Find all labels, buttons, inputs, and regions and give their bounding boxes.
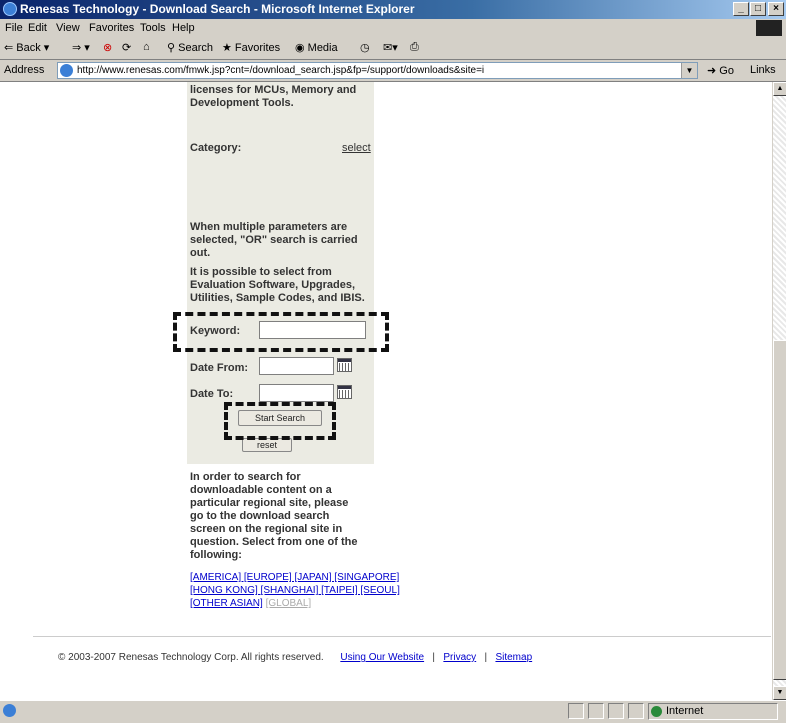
print-icon[interactable]: ⎙ bbox=[410, 41, 419, 54]
keyword-highlight-box bbox=[173, 312, 389, 352]
maximize-button[interactable]: □ bbox=[750, 2, 766, 16]
home-icon[interactable]: ⌂ bbox=[143, 41, 150, 53]
scrollbar-thumb[interactable] bbox=[773, 340, 786, 680]
zone-pane: Internet bbox=[648, 703, 778, 720]
regional-text-7: following: bbox=[190, 549, 242, 561]
vertical-scrollbar[interactable]: ▲ ▼ bbox=[772, 82, 786, 700]
date-to-input[interactable] bbox=[259, 384, 334, 402]
date-from-input[interactable] bbox=[259, 357, 334, 375]
scroll-down-icon[interactable]: ▼ bbox=[773, 686, 786, 700]
date-to-label: Date To: bbox=[190, 388, 234, 400]
regional-text-2: downloadable content on a bbox=[190, 484, 332, 496]
back-button[interactable]: ⇐ Back ▾ bbox=[4, 41, 49, 54]
scroll-up-icon[interactable]: ▲ bbox=[773, 82, 786, 96]
category-label: Category: bbox=[190, 142, 242, 154]
footer: © 2003-2007 Renesas Technology Corp. All… bbox=[58, 652, 533, 663]
search-label: Search bbox=[178, 42, 213, 54]
links-button[interactable]: Links bbox=[750, 64, 776, 76]
title-bar: Renesas Technology - Download Search - M… bbox=[0, 0, 786, 19]
close-button[interactable]: × bbox=[768, 2, 784, 16]
status-pane-1 bbox=[568, 703, 584, 719]
status-pane-4 bbox=[628, 703, 644, 719]
regional-text-5: screen on the regional site in bbox=[190, 523, 343, 535]
history-icon[interactable]: ◷ bbox=[360, 41, 370, 54]
go-label: Go bbox=[719, 65, 734, 77]
regional-text-3: particular regional site, please bbox=[190, 497, 349, 509]
windows-logo-icon bbox=[756, 20, 782, 36]
privacy-link[interactable]: Privacy bbox=[443, 652, 476, 663]
go-button[interactable]: ➜ Go bbox=[707, 64, 734, 77]
menu-tools[interactable]: Tools bbox=[140, 22, 166, 34]
back-label: Back bbox=[16, 42, 41, 54]
forward-button[interactable]: ⇒ ▾ bbox=[72, 41, 90, 54]
menu-bar: File Edit View Favorites Tools Help bbox=[0, 19, 786, 38]
note1-line-1: When multiple parameters are bbox=[190, 221, 348, 233]
mail-icon[interactable]: ✉▾ bbox=[383, 41, 398, 54]
date-from-calendar-icon[interactable] bbox=[337, 358, 352, 372]
media-label: Media bbox=[307, 42, 338, 54]
regional-text-6: question. Select from one of the bbox=[190, 536, 358, 548]
favorites-button[interactable]: ★ Favorites bbox=[222, 41, 280, 54]
page-content: licenses for MCUs, Memory and Developmen… bbox=[0, 82, 772, 700]
start-search-highlight-box bbox=[224, 402, 336, 440]
status-pane-2 bbox=[588, 703, 604, 719]
region-link-other-asian[interactable]: [OTHER ASIAN] bbox=[190, 598, 263, 609]
region-links-row-1[interactable]: [AMERICA] [EUROPE] [JAPAN] [SINGAPORE] bbox=[190, 572, 399, 583]
category-select-link[interactable]: select bbox=[342, 142, 371, 154]
address-dropdown-icon[interactable]: ▼ bbox=[681, 63, 697, 78]
note2-line-1: It is possible to select from bbox=[190, 266, 332, 278]
media-button[interactable]: ◉ Media bbox=[295, 41, 338, 54]
using-our-website-link[interactable]: Using Our Website bbox=[340, 652, 424, 663]
menu-file[interactable]: File bbox=[5, 22, 23, 34]
footer-divider bbox=[33, 636, 771, 637]
zone-label: Internet bbox=[666, 705, 704, 717]
ie-logo-icon bbox=[3, 2, 17, 16]
address-url: http://www.renesas.com/fmwk.jsp?cnt=/dow… bbox=[77, 65, 485, 76]
note1-line-3: out. bbox=[190, 247, 211, 259]
intro-line-2: Development Tools. bbox=[190, 97, 294, 109]
sitemap-link[interactable]: Sitemap bbox=[495, 652, 532, 663]
stop-icon[interactable]: ⊗ bbox=[103, 41, 112, 54]
date-from-label: Date From: bbox=[190, 362, 249, 374]
note2-line-2: Evaluation Software, Upgrades, bbox=[190, 279, 356, 291]
copyright-text: © 2003-2007 Renesas Technology Corp. All… bbox=[58, 652, 324, 663]
status-pane-3 bbox=[608, 703, 624, 719]
address-label: Address bbox=[4, 64, 45, 76]
note1-line-2: selected, "OR" search is carried bbox=[190, 234, 358, 246]
date-to-calendar-icon[interactable] bbox=[337, 385, 352, 399]
status-bar: Internet bbox=[0, 700, 786, 723]
toolbar: ⇐ Back ▾ ⇒ ▾ ⊗ ⟳ ⌂ ⚲ Search ★ Favorites … bbox=[0, 37, 786, 60]
page-icon bbox=[60, 64, 73, 77]
search-button[interactable]: ⚲ Search bbox=[167, 41, 213, 54]
window-title: Renesas Technology - Download Search - M… bbox=[20, 2, 415, 16]
menu-help[interactable]: Help bbox=[172, 22, 195, 34]
address-bar: Address http://www.renesas.com/fmwk.jsp?… bbox=[0, 60, 786, 82]
favorites-label: Favorites bbox=[234, 42, 281, 54]
regional-text-1: In order to search for bbox=[190, 471, 301, 483]
status-page-icon bbox=[3, 704, 16, 717]
region-links-row-3: [OTHER ASIAN] [GLOBAL] bbox=[190, 598, 311, 609]
region-current-global: [GLOBAL] bbox=[265, 598, 312, 609]
minimize-button[interactable]: _ bbox=[733, 2, 749, 16]
regional-text-4: go to the download search bbox=[190, 510, 330, 522]
reset-button[interactable]: reset bbox=[242, 438, 292, 452]
refresh-icon[interactable]: ⟳ bbox=[122, 41, 131, 54]
region-links-row-2[interactable]: [HONG KONG] [SHANGHAI] [TAIPEI] [SEOUL] bbox=[190, 585, 400, 596]
menu-favorites[interactable]: Favorites bbox=[89, 22, 134, 34]
note2-line-3: Utilities, Sample Codes, and IBIS. bbox=[190, 292, 365, 304]
internet-globe-icon bbox=[651, 706, 662, 717]
menu-edit[interactable]: Edit bbox=[28, 22, 47, 34]
intro-line-1: licenses for MCUs, Memory and bbox=[190, 84, 357, 96]
menu-view[interactable]: View bbox=[56, 22, 80, 34]
address-input[interactable]: http://www.renesas.com/fmwk.jsp?cnt=/dow… bbox=[57, 62, 698, 79]
